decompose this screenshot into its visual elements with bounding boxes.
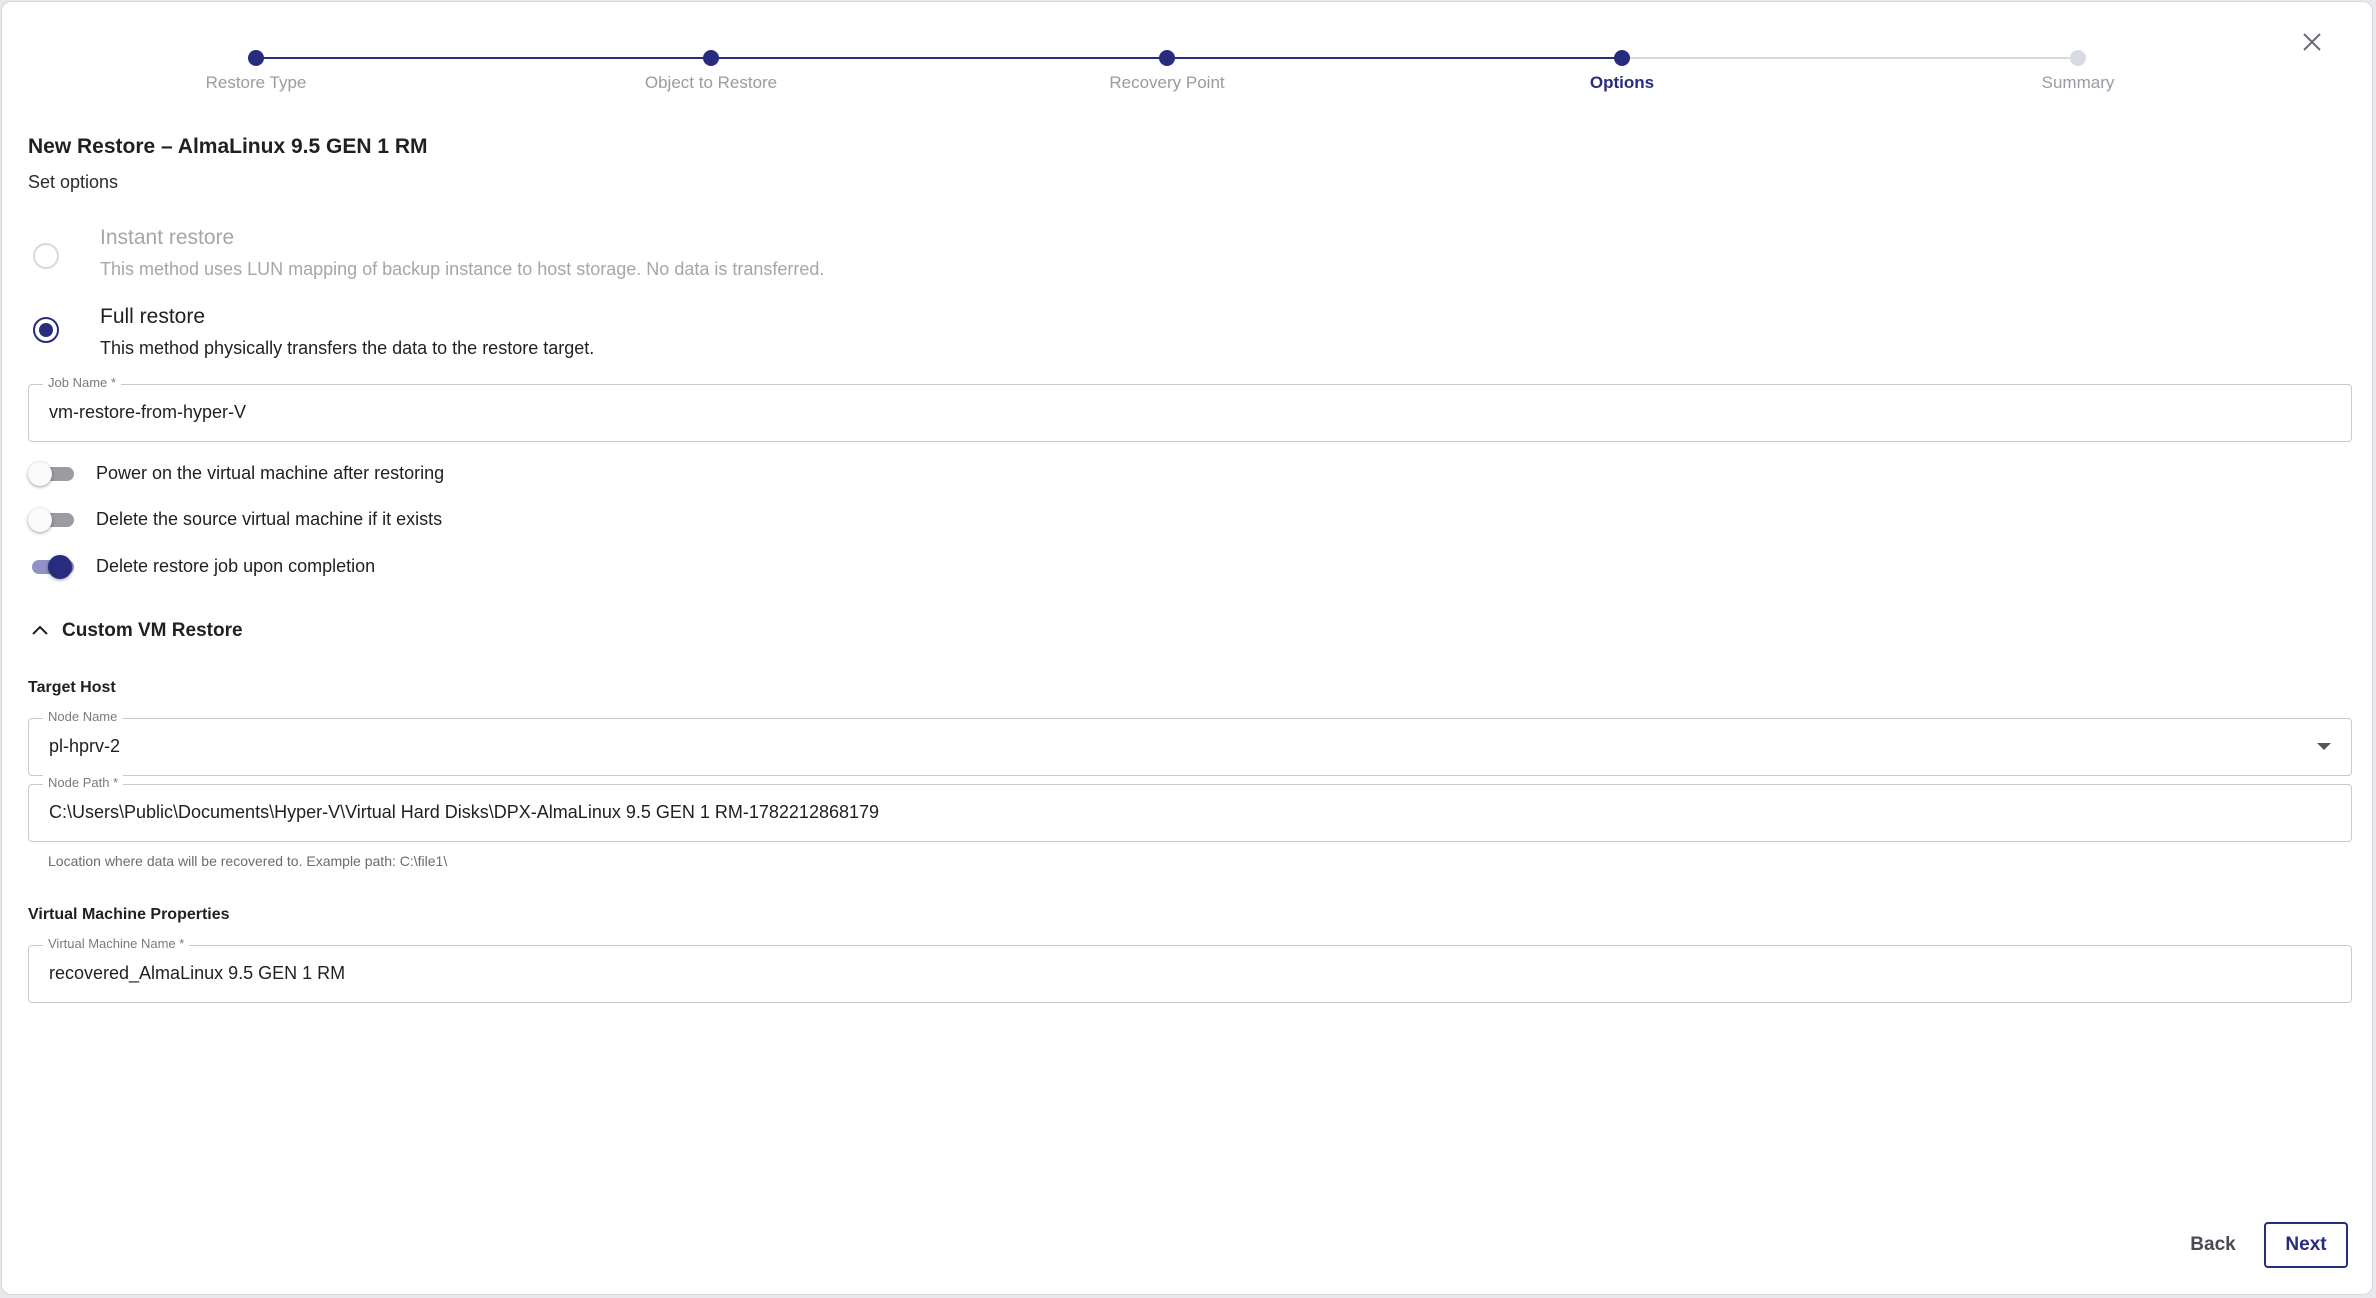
node-path-input[interactable] — [49, 802, 2249, 823]
node-path-field[interactable]: Node Path * — [28, 775, 2352, 842]
caret-down-icon[interactable] — [2317, 743, 2331, 750]
radio-full-description: This method physically transfers the dat… — [100, 338, 595, 358]
page-subtitle: Set options — [28, 172, 119, 192]
custom-vm-restore-toggle[interactable]: Custom VM Restore — [28, 616, 328, 646]
delete-job-label: Delete restore job upon completion — [96, 556, 376, 576]
radio-instant-label: Instant restore — [100, 226, 235, 249]
step-label-object-to-restore: Object to Restore — [644, 73, 778, 92]
step-dot-recovery-point — [1159, 50, 1175, 66]
step-label-restore-type: Restore Type — [205, 73, 307, 92]
power-on-toggle[interactable] — [28, 462, 74, 486]
vm-name-field[interactable]: Virtual Machine Name * — [28, 936, 2352, 1003]
delete-source-toggle[interactable] — [28, 508, 74, 532]
step-dot-summary — [2070, 50, 2086, 66]
toggle-row-power-on: Power on the virtual machine after resto… — [28, 459, 828, 489]
node-name-select[interactable]: Node Name pl-hprv-2 — [28, 709, 2352, 776]
toggle-row-delete-job: Delete restore job upon completion — [28, 552, 828, 582]
vm-properties-heading: Virtual Machine Properties — [28, 906, 230, 923]
target-host-heading: Target Host — [28, 679, 116, 696]
step-dot-object-to-restore — [703, 50, 719, 66]
back-button[interactable]: Back — [2180, 1222, 2246, 1268]
radio-full-label: Full restore — [100, 305, 206, 328]
radio-full-circle[interactable] — [33, 317, 59, 343]
delete-source-label: Delete the source virtual machine if it … — [96, 509, 443, 529]
node-path-helper-text: Location where data will be recovered to… — [48, 853, 448, 869]
stepper-line-done — [256, 57, 1622, 59]
stepper-line-pending — [1622, 57, 2078, 59]
step-label-recovery-point: Recovery Point — [1109, 73, 1225, 92]
step-dot-options — [1614, 50, 1630, 66]
chevron-up-icon — [32, 625, 48, 635]
node-name-value: pl-hprv-2 — [49, 736, 121, 756]
radio-instant-circle[interactable] — [33, 243, 59, 269]
vm-name-input[interactable] — [49, 963, 2249, 984]
step-label-summary: Summary — [2041, 73, 2115, 92]
node-name-label: Node Name — [43, 709, 123, 724]
radio-instant-restore[interactable]: Instant restore This method uses LUN map… — [28, 224, 1228, 284]
job-name-field[interactable]: Job Name * — [28, 375, 2352, 442]
toggle-row-delete-source: Delete the source virtual machine if it … — [28, 505, 828, 535]
power-on-label: Power on the virtual machine after resto… — [96, 463, 445, 483]
vm-name-label: Virtual Machine Name * — [43, 936, 190, 951]
job-name-label: Job Name * — [43, 375, 121, 390]
restore-wizard-dialog: Restore Type Object to Restore Recovery … — [1, 1, 2373, 1295]
step-label-options: Options — [1589, 73, 1655, 92]
radio-instant-description: This method uses LUN mapping of backup i… — [100, 259, 825, 279]
wizard-stepper: Restore Type Object to Restore Recovery … — [2, 2, 2372, 102]
page-title: New Restore – AlmaLinux 9.5 GEN 1 RM — [28, 135, 428, 158]
custom-vm-restore-label: Custom VM Restore — [62, 620, 243, 641]
delete-job-toggle[interactable] — [28, 555, 74, 579]
next-button[interactable]: Next — [2264, 1222, 2348, 1268]
radio-full-restore[interactable]: Full restore This method physically tran… — [28, 303, 1228, 363]
job-name-input[interactable] — [49, 402, 2249, 423]
node-path-label: Node Path * — [43, 775, 124, 790]
step-dot-restore-type — [248, 50, 264, 66]
